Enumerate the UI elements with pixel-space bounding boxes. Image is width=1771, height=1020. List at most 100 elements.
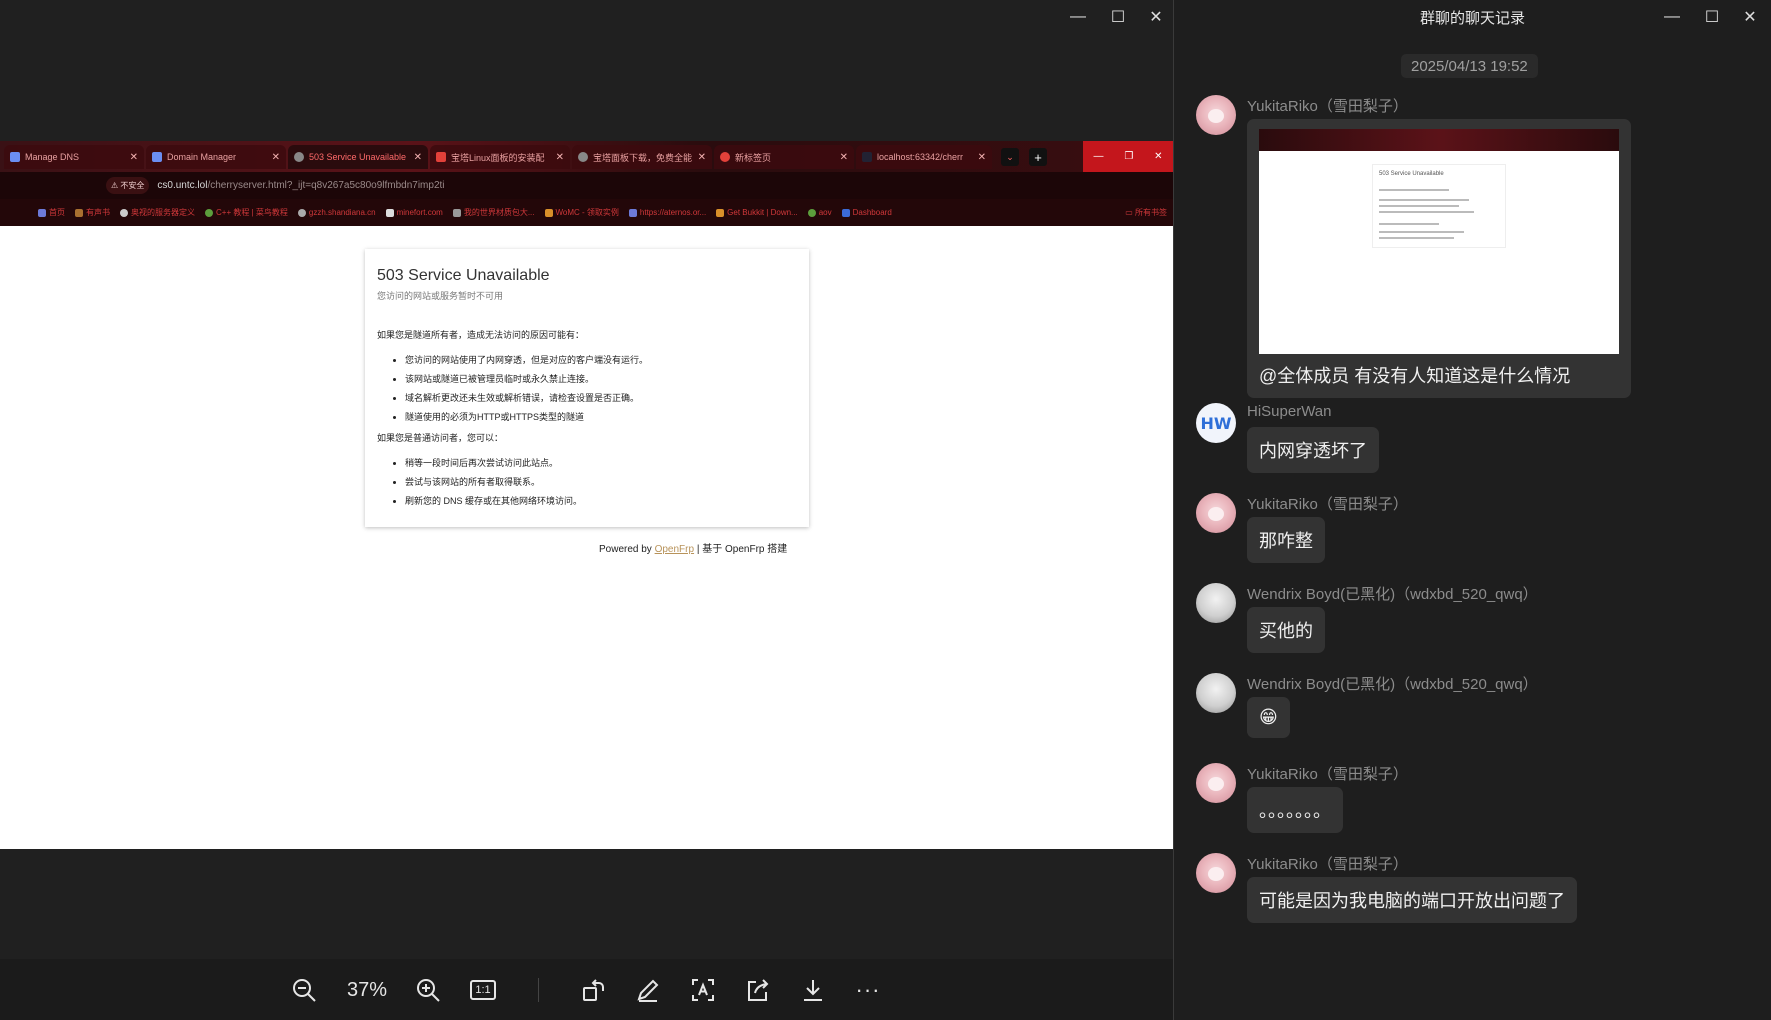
chat-maximize-button[interactable]: ☐ — [1692, 0, 1732, 34]
bookmark-item[interactable]: https://aternos.or... — [628, 208, 706, 217]
site-icon — [10, 152, 20, 162]
security-chip[interactable]: ⚠ 不安全 — [106, 177, 150, 194]
avatar[interactable] — [1196, 853, 1236, 893]
message-bubble[interactable]: 😁 — [1247, 697, 1290, 738]
message-bubble[interactable]: 。。。。。。。 — [1247, 787, 1343, 833]
tab-search-icon[interactable]: ⌄ — [1001, 148, 1019, 166]
owner-reasons-list: 您访问的网站使用了内网穿透，但是对应的客户端没有运行。 该网站或隧道已被管理员临… — [377, 353, 797, 423]
viewer-close-button[interactable]: ✕ — [1136, 0, 1176, 34]
new-tab-button[interactable]: + — [1029, 148, 1047, 166]
bookmark-item[interactable]: C++ 教程 | 菜鸟教程 — [205, 207, 288, 218]
avatar[interactable] — [1196, 763, 1236, 803]
minimize-icon[interactable]: — — [1093, 151, 1103, 162]
browser-tab-active[interactable]: 503 Service Unavailable ✕ — [288, 145, 428, 169]
avatar[interactable] — [1196, 493, 1236, 533]
bookmark-icon — [38, 208, 46, 217]
text-recognition-icon — [692, 979, 714, 1001]
download-button[interactable] — [799, 977, 827, 1003]
bookmark-item[interactable]: Get Bukkit | Down... — [716, 208, 798, 217]
page-title: 503 Service Unavailable — [377, 267, 550, 284]
restore-icon[interactable]: ❐ — [1124, 151, 1133, 162]
bookmark-item[interactable]: 有声书 — [75, 207, 110, 218]
zoom-out-button[interactable] — [290, 977, 318, 1003]
edit-button[interactable] — [634, 977, 662, 1003]
bookmark-item[interactable]: aov — [807, 208, 832, 217]
avatar[interactable] — [1196, 583, 1236, 623]
all-bookmarks-folder[interactable]: ▭ 所有书签 — [1125, 207, 1167, 218]
viewer-maximize-button[interactable]: ☐ — [1098, 0, 1138, 34]
close-icon[interactable]: ✕ — [414, 152, 422, 163]
bookmark-icon — [628, 208, 637, 217]
thumbnail-browser-bar — [1259, 129, 1619, 151]
openfrp-link[interactable]: OpenFrp — [655, 544, 694, 555]
bookmarks-bar: 首页 有声书 奥视的服务器定义 C++ 教程 | 菜鸟教程 gzzh.shand… — [0, 199, 1173, 226]
bookmark-item[interactable]: Dashboard — [841, 208, 892, 217]
share-icon — [748, 979, 769, 1001]
list-item: 该网站或隧道已被管理员临时或永久禁止连接。 — [405, 372, 797, 385]
browser-tab[interactable]: Manage DNS ✕ — [4, 145, 144, 169]
rotate-button[interactable] — [580, 977, 608, 1003]
sender-name: Wendrix Boyd(已黑化)（wdxbd_520_qwq） — [1247, 586, 1538, 603]
close-icon[interactable]: ✕ — [698, 152, 706, 163]
zoom-level[interactable]: 37% — [342, 977, 392, 1003]
image-viewer-window: — ☐ ✕ Manage DNS ✕ Domain Manager ✕ 503 Se… — [0, 0, 1173, 1020]
message-bubble[interactable]: 内网穿透坏了 — [1247, 427, 1379, 473]
bookmark-item[interactable]: 首页 — [38, 207, 65, 218]
site-icon — [720, 152, 730, 162]
browser-tab[interactable]: 宝塔面板下载，免费全能 ✕ — [572, 145, 712, 169]
message-bubble[interactable]: 可能是因为我电脑的端口开放出问题了 — [1247, 877, 1577, 923]
zoom-in-button[interactable] — [414, 977, 442, 1003]
close-icon[interactable]: ✕ — [840, 152, 848, 163]
bookmark-icon — [716, 208, 725, 217]
close-icon[interactable]: ✕ — [1154, 151, 1162, 162]
list-item: 刷新您的 DNS 缓存或在其他网络环境访问。 — [405, 494, 797, 507]
close-icon[interactable]: ✕ — [272, 152, 280, 163]
site-icon — [862, 152, 872, 162]
screenshot-thumbnail[interactable]: 503 Service Unavailable — [1259, 129, 1619, 354]
avatar[interactable] — [1196, 95, 1236, 135]
list-item: 尝试与该网站的所有者取得联系。 — [405, 475, 797, 488]
close-icon[interactable]: ✕ — [130, 152, 138, 163]
browser-tab[interactable]: 宝塔Linux面板的安装配 ✕ — [430, 145, 570, 169]
sender-name: YukitaRiko（雪田梨子） — [1247, 496, 1408, 513]
sender-name: YukitaRiko（雪田梨子） — [1247, 766, 1408, 783]
bookmark-item[interactable]: 奥视的服务器定义 — [120, 207, 195, 218]
more-button[interactable]: ··· — [854, 977, 882, 1003]
chat-close-button[interactable]: ✕ — [1730, 0, 1770, 34]
message-bubble[interactable]: 503 Service Unavailable @全体成员 有没有人知道这是什么… — [1247, 119, 1631, 398]
ocr-button[interactable] — [689, 977, 717, 1003]
bookmark-item[interactable]: WoMC - 领取实例 — [544, 207, 619, 218]
bookmark-item[interactable]: gzzh.shandiana.cn — [297, 208, 376, 217]
bookmark-item[interactable]: 我的世界材质包大... — [452, 207, 535, 218]
browser-tab[interactable]: Domain Manager ✕ — [146, 145, 286, 169]
message-bubble[interactable]: 那咋整 — [1247, 517, 1325, 563]
sender-name: YukitaRiko（雪田梨子） — [1247, 856, 1408, 873]
message-text: @全体成员 有没有人知道这是什么情况 — [1259, 366, 1571, 386]
bookmark-icon — [544, 208, 553, 217]
sender-name: HiSuperWan — [1247, 403, 1332, 420]
globe-icon — [578, 152, 588, 162]
list-item: 稍等一段时间后再次尝试访问此站点。 — [405, 456, 797, 469]
url-text[interactable]: cs0.untc.lol/cherryserver.html?_ijt=q8v2… — [157, 180, 444, 191]
browser-tab[interactable]: 新标签页 ✕ — [714, 145, 854, 169]
avatar[interactable]: HW — [1196, 403, 1236, 443]
viewed-screenshot: Manage DNS ✕ Domain Manager ✕ 503 Service … — [0, 141, 1173, 849]
chat-minimize-button[interactable]: — — [1652, 0, 1692, 34]
globe-icon — [294, 152, 304, 162]
share-button[interactable] — [744, 977, 772, 1003]
bookmark-icon — [807, 208, 816, 217]
bookmark-icon — [452, 208, 461, 217]
close-icon[interactable]: ✕ — [978, 152, 986, 163]
pencil-icon — [637, 979, 659, 1002]
browser-tab[interactable]: localhost:63342/cherr ✕ — [856, 145, 992, 169]
site-icon — [152, 152, 162, 162]
owner-intro: 如果您是隧道所有者，造成无法访问的原因可能有： — [377, 330, 585, 340]
close-icon[interactable]: ✕ — [556, 152, 564, 163]
message-bubble[interactable]: 买他的 — [1247, 607, 1325, 653]
viewer-toolbar: 37% 1:1 ··· — [0, 959, 1173, 1020]
actual-size-button[interactable]: 1:1 — [469, 977, 497, 1003]
avatar[interactable] — [1196, 673, 1236, 713]
bookmark-item[interactable]: minefort.com — [385, 208, 443, 217]
sender-name: YukitaRiko（雪田梨子） — [1247, 98, 1408, 115]
viewer-minimize-button[interactable]: — — [1058, 0, 1098, 34]
